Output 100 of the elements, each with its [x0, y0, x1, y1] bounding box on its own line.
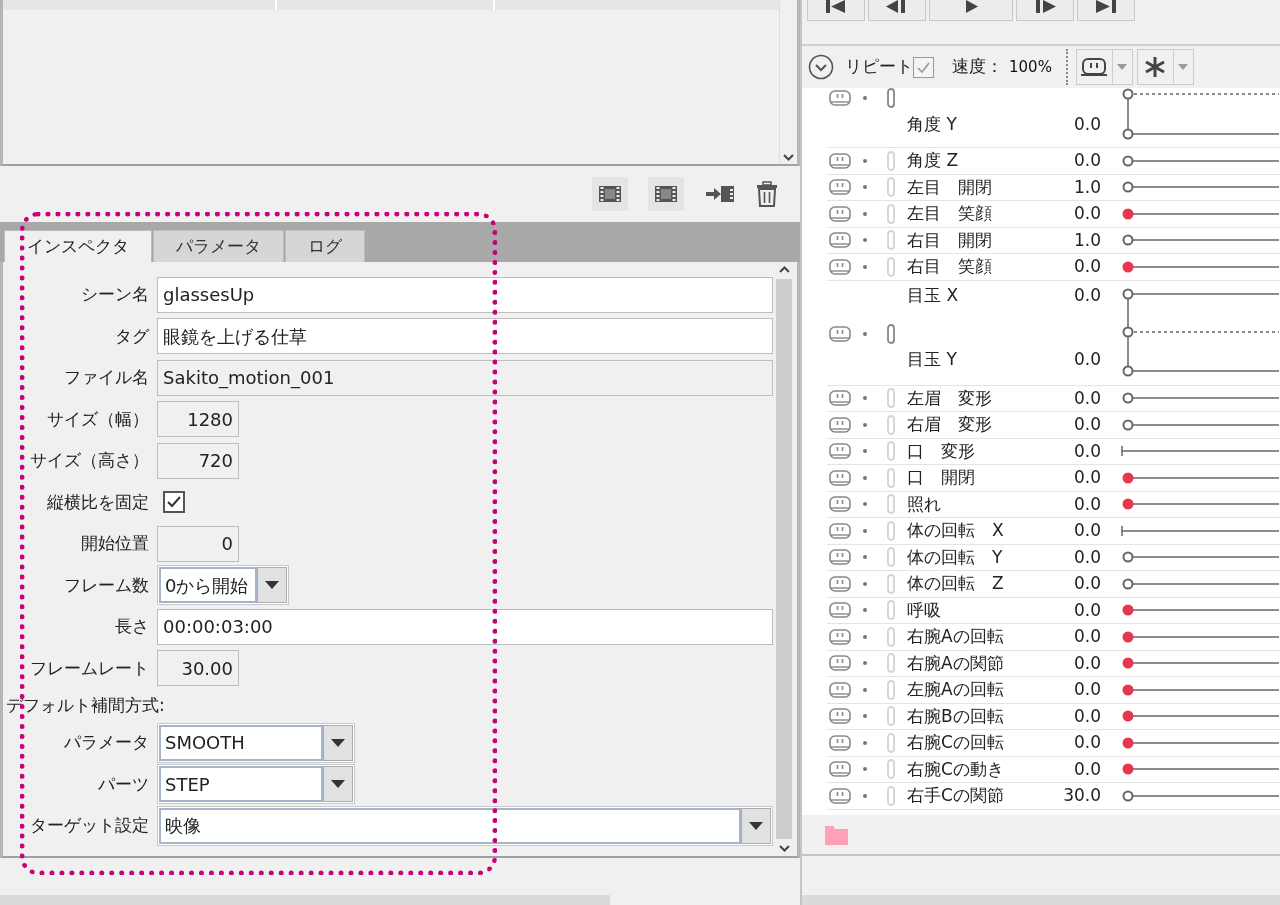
keyframe-curve[interactable] — [1119, 444, 1279, 459]
dot-icon — [863, 581, 867, 586]
face-toggle-icon[interactable] — [829, 761, 851, 778]
caret-icon — [265, 581, 279, 590]
face-toggle-icon[interactable] — [829, 232, 851, 249]
face-toggle-icon[interactable] — [829, 602, 851, 619]
chevron-circle-icon[interactable] — [808, 54, 834, 80]
face-toggle-icon[interactable] — [829, 681, 851, 698]
transport-button[interactable] — [929, 0, 1013, 21]
face-toggle-icon[interactable] — [829, 416, 851, 433]
parameter-value: 0.0 — [1072, 439, 1101, 463]
skip-end-icon — [1093, 0, 1119, 14]
parameter-name: 目玉 X — [907, 283, 960, 307]
link-icon[interactable] — [887, 88, 895, 108]
horizontal-scrollbar[interactable] — [802, 895, 1280, 905]
parameter-value: 0.0 — [1072, 651, 1101, 675]
dot-icon — [863, 475, 867, 480]
dropdown[interactable]: 0から開始 — [157, 565, 289, 606]
dot-icon — [863, 422, 867, 427]
dot-icon — [863, 331, 867, 336]
parameter-name: 右腕Aの回転 — [907, 625, 1005, 648]
parameter-name: 呼吸 — [907, 598, 942, 622]
face-toggle-icon[interactable] — [829, 708, 851, 725]
number-field[interactable]: 720 — [157, 442, 239, 479]
dot-icon — [863, 661, 867, 666]
asterisk-icon — [1144, 56, 1167, 78]
caret-icon — [749, 821, 763, 830]
parameter-value: 0.0 — [1072, 113, 1101, 137]
face-toggle-icon[interactable] — [829, 655, 851, 672]
parameter-value: 0.0 — [1072, 202, 1101, 225]
face-toggle-icon[interactable] — [829, 496, 851, 513]
text-field[interactable]: 眼鏡を上げる仕草 — [157, 318, 773, 355]
link-icon[interactable] — [887, 323, 895, 344]
chevron-down-icon[interactable] — [778, 845, 790, 852]
face-toggle-icon[interactable] — [829, 787, 851, 804]
face-toggle-icon[interactable] — [829, 390, 851, 407]
face-toggle-icon[interactable] — [829, 152, 851, 169]
face-toggle-icon[interactable] — [829, 325, 851, 342]
tab[interactable]: ログ — [285, 230, 365, 262]
trash-icon[interactable] — [756, 181, 778, 207]
tab[interactable]: パラメータ — [153, 230, 284, 262]
parameter-name: 照れ — [907, 492, 942, 516]
parameter-value: 0.0 — [1072, 519, 1101, 542]
repeat-label: リピート — [845, 55, 913, 79]
dropdown[interactable]: 映像 — [157, 805, 773, 846]
number-field[interactable]: 30.00 — [157, 650, 239, 687]
keyframe-curve[interactable] — [1119, 523, 1279, 538]
face-toggle-icon[interactable] — [829, 628, 851, 645]
checkbox[interactable] — [163, 491, 185, 514]
parameter-value: 0.0 — [1072, 598, 1101, 622]
transport-button[interactable] — [1016, 0, 1074, 21]
field-label: フレームレート — [29, 656, 150, 680]
number-field[interactable]: 0 — [157, 525, 239, 562]
face-toggle-icon[interactable] — [829, 258, 851, 275]
chevron-up-icon[interactable] — [778, 266, 790, 273]
number-field[interactable]: 1280 — [157, 401, 239, 438]
parameter-name: 右眉 変形 — [907, 413, 993, 436]
face-toggle-icon[interactable] — [829, 575, 851, 592]
scrollbar-thumb[interactable] — [776, 279, 792, 839]
face-toggle-icon[interactable] — [829, 734, 851, 751]
dot-icon — [863, 96, 867, 100]
tab[interactable]: インスペクタ — [4, 230, 152, 262]
parameter-name: 角度 Y — [907, 113, 958, 137]
caret-icon — [1117, 64, 1128, 70]
face-toggle-icon[interactable] — [829, 179, 851, 196]
mode-dropdown-button[interactable] — [1075, 49, 1133, 85]
chevron-down-icon[interactable] — [783, 154, 794, 161]
field-label: サイズ（高さ） — [29, 449, 150, 472]
field-label: タグ — [114, 324, 150, 348]
readonly-field: Sakito_motion_001 — [157, 359, 773, 396]
parameter-value: 0.0 — [1072, 731, 1101, 754]
repeat-checkbox[interactable] — [913, 56, 934, 78]
text-field[interactable]: glassesUp — [157, 276, 773, 313]
face-toggle-icon[interactable] — [829, 469, 851, 486]
parameter-name: 右腕Aの関節 — [907, 651, 1005, 675]
speed-value[interactable]: 100% — [1009, 55, 1052, 79]
face-toggle-icon[interactable] — [829, 90, 851, 106]
parameter-name: 右目 笑顔 — [907, 255, 993, 278]
face-toggle-icon[interactable] — [829, 549, 851, 566]
dot-icon — [863, 449, 867, 454]
asterisk-dropdown-button[interactable] — [1136, 49, 1194, 85]
parameter-value: 0.0 — [1072, 492, 1101, 516]
section-label: デフォルト補間方式: — [6, 693, 165, 717]
scrollbar[interactable] — [779, 0, 797, 164]
transport-button[interactable] — [1077, 0, 1135, 21]
text-field[interactable]: 00:00:03:00 — [157, 608, 773, 645]
field-label: ファイル名 — [63, 366, 150, 389]
dot-icon — [863, 608, 867, 613]
dropdown[interactable]: STEP — [157, 764, 355, 805]
parameter-name: 体の回転 Z — [907, 572, 1005, 595]
transport-button[interactable] — [868, 0, 926, 21]
face-toggle-icon[interactable] — [829, 443, 851, 460]
parameter-name: 右目 開閉 — [907, 228, 993, 252]
transport-button[interactable] — [807, 0, 865, 21]
face-toggle-icon[interactable] — [829, 522, 851, 539]
dropdown[interactable]: SMOOTH — [157, 722, 355, 763]
face-toggle-icon[interactable] — [829, 205, 851, 222]
field-label: パーツ — [97, 772, 150, 796]
field-label: 縦横比を固定 — [46, 490, 150, 514]
parameter-name: 口 開閉 — [907, 466, 976, 489]
